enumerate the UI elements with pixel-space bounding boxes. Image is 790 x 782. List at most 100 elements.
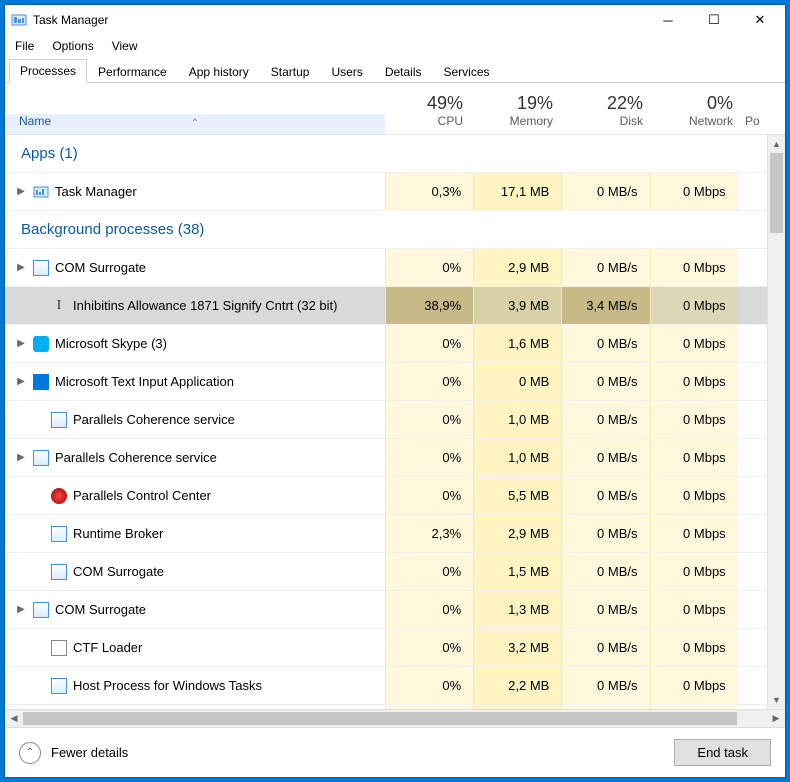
power-cell [738, 553, 767, 590]
memory-value: 1,5 MB [473, 553, 561, 590]
process-name: Parallels Control Center [73, 488, 211, 503]
process-name-cell: ▶ COM Surrogate [5, 602, 385, 618]
tab-processes[interactable]: Processes [9, 59, 87, 83]
scroll-left-icon[interactable]: ◀ [5, 710, 23, 727]
column-disk[interactable]: 22% Disk [565, 93, 655, 134]
cpu-value: 0% [385, 705, 473, 709]
process-row[interactable]: IPVanishVPN (32 bit)0%65,1 MB0 MB/s0 Mbp… [5, 705, 767, 709]
disk-value: 0 MB/s [561, 705, 649, 709]
expand-icon[interactable]: ▶ [15, 338, 27, 349]
process-name-cell: Parallels Coherence service [5, 412, 385, 428]
tab-app-history[interactable]: App history [178, 60, 260, 83]
menu-file[interactable]: File [7, 37, 42, 55]
power-cell [738, 363, 767, 400]
generic-app-icon [51, 412, 67, 428]
scroll-track[interactable] [768, 153, 785, 691]
column-memory[interactable]: 19% Memory [475, 93, 565, 134]
memory-value: 1,6 MB [473, 325, 561, 362]
process-row[interactable]: Runtime Broker2,3%2,9 MB0 MB/s0 Mbps [5, 515, 767, 553]
fewer-details-toggle[interactable]: ⌃ Fewer details [19, 742, 128, 764]
process-name: Runtime Broker [73, 526, 163, 541]
task-manager-window: Task Manager ─ ☐ ✕ File Options View Pro… [4, 4, 786, 778]
cpu-value: 2,3% [385, 515, 473, 552]
cpu-usage-pct: 49% [427, 93, 463, 114]
scroll-right-icon[interactable]: ▶ [767, 710, 785, 727]
disk-value: 0 MB/s [561, 515, 649, 552]
cpu-value: 0% [385, 249, 473, 286]
process-name-cell: Runtime Broker [5, 526, 385, 542]
network-value: 0 Mbps [650, 249, 738, 286]
expand-icon[interactable]: ▶ [15, 604, 27, 615]
menu-options[interactable]: Options [44, 37, 101, 55]
column-name[interactable]: ⌃ Name [5, 114, 385, 134]
process-name-cell: IInhibitins Allowance 1871 Signify Cntrt… [5, 298, 385, 314]
process-row[interactable]: ▶Parallels Coherence service0%1,0 MB0 MB… [5, 439, 767, 477]
process-row[interactable]: ▶COM Surrogate0%1,3 MB0 MB/s0 Mbps [5, 591, 767, 629]
memory-value: 1,3 MB [473, 591, 561, 628]
process-name: COM Surrogate [73, 564, 164, 579]
scroll-thumb[interactable] [770, 153, 783, 233]
process-row[interactable]: IInhibitins Allowance 1871 Signify Cntrt… [5, 287, 767, 325]
memory-value: 17,1 MB [473, 173, 561, 210]
group-heading-apps: Apps (1) [5, 135, 767, 173]
memory-value: 2,2 MB [473, 667, 561, 704]
process-row[interactable]: Parallels Control Center0%5,5 MB0 MB/s0 … [5, 477, 767, 515]
process-name: COM Surrogate [55, 602, 146, 617]
process-row[interactable]: ▶Task Manager0,3%17,1 MB0 MB/s0 Mbps [5, 173, 767, 211]
network-value: 0 Mbps [650, 325, 738, 362]
expand-icon[interactable]: ▶ [15, 186, 27, 197]
column-power[interactable]: Po [745, 114, 775, 134]
tab-services[interactable]: Services [433, 60, 501, 83]
cpu-value: 0% [385, 667, 473, 704]
disk-value: 0 MB/s [561, 249, 649, 286]
process-name-cell: Parallels Control Center [5, 488, 385, 504]
process-row[interactable]: ▶Microsoft Text Input Application0%0 MB0… [5, 363, 767, 401]
process-name-cell: Host Process for Windows Tasks [5, 678, 385, 694]
tab-users[interactable]: Users [320, 60, 373, 83]
titlebar[interactable]: Task Manager ─ ☐ ✕ [5, 5, 785, 35]
tab-startup[interactable]: Startup [260, 60, 321, 83]
expand-icon[interactable]: ▶ [15, 376, 27, 387]
menu-view[interactable]: View [104, 37, 146, 55]
power-cell [738, 705, 767, 709]
process-row[interactable]: COM Surrogate0%1,5 MB0 MB/s0 Mbps [5, 553, 767, 591]
process-row[interactable]: Host Process for Windows Tasks0%2,2 MB0 … [5, 667, 767, 705]
hscroll-track[interactable] [23, 710, 767, 727]
network-value: 0 Mbps [650, 629, 738, 666]
scroll-down-icon[interactable]: ▼ [768, 691, 785, 709]
expand-icon[interactable]: ▶ [15, 452, 27, 463]
memory-value: 2,9 MB [473, 249, 561, 286]
maximize-button[interactable]: ☐ [691, 5, 737, 35]
tab-details[interactable]: Details [374, 60, 433, 83]
hscroll-thumb[interactable] [23, 712, 737, 725]
scroll-up-icon[interactable]: ▲ [768, 135, 785, 153]
tab-performance[interactable]: Performance [87, 60, 178, 83]
process-row[interactable]: ▶COM Surrogate0%2,9 MB0 MB/s0 Mbps [5, 249, 767, 287]
power-cell [738, 667, 767, 704]
minimize-button[interactable]: ─ [645, 5, 691, 35]
power-cell [738, 477, 767, 514]
power-cell [738, 173, 767, 210]
disk-value: 0 MB/s [561, 173, 649, 210]
expand-icon[interactable]: ▶ [15, 262, 27, 273]
end-task-button[interactable]: End task [674, 739, 771, 766]
horizontal-scrollbar[interactable]: ◀ ▶ [5, 709, 785, 727]
process-name-cell: ▶COM Surrogate [5, 260, 385, 276]
process-row[interactable]: Parallels Coherence service0%1,0 MB0 MB/… [5, 401, 767, 439]
cpu-value: 0% [385, 325, 473, 362]
close-button[interactable]: ✕ [737, 5, 783, 35]
column-network[interactable]: 0% Network [655, 93, 745, 134]
network-value: 0 Mbps [650, 173, 738, 210]
power-cell [738, 591, 767, 628]
app-icon [11, 12, 27, 28]
network-value: 0 Mbps [650, 287, 738, 324]
vertical-scrollbar[interactable]: ▲ ▼ [767, 135, 785, 709]
memory-value: 3,2 MB [473, 629, 561, 666]
process-row[interactable]: CTF Loader0%3,2 MB0 MB/s0 Mbps [5, 629, 767, 667]
generic-app-icon [33, 260, 49, 276]
generic-app-icon [51, 526, 67, 542]
cpu-label: CPU [438, 114, 463, 128]
column-cpu[interactable]: 49% CPU [385, 93, 475, 134]
network-usage-pct: 0% [707, 93, 733, 114]
process-row[interactable]: ▶Microsoft Skype (3)0%1,6 MB0 MB/s0 Mbps [5, 325, 767, 363]
